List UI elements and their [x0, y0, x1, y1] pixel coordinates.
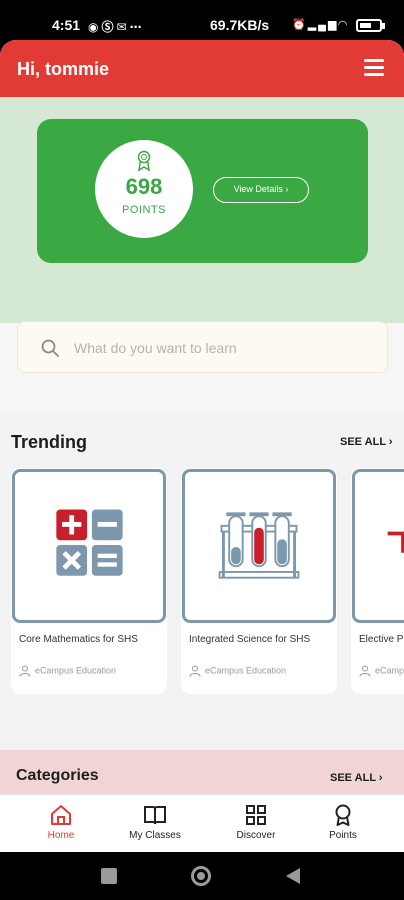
person-icon	[189, 665, 201, 677]
search-box[interactable]	[17, 321, 388, 373]
menu-button[interactable]	[362, 57, 388, 79]
course-thumbnail	[182, 469, 336, 623]
course-org: eCampus Education	[359, 665, 404, 677]
system-nav-bar	[0, 852, 404, 900]
nav-label: My Classes	[129, 830, 181, 841]
network-speed: 69.7KB/s	[210, 17, 270, 33]
nav-my-classes[interactable]: My Classes	[110, 803, 200, 841]
battery-level	[360, 23, 371, 28]
nav-label: Discover	[236, 830, 276, 841]
alarm-icon: ⏰	[292, 19, 308, 31]
test-tubes-icon	[218, 512, 300, 579]
recents-button[interactable]	[101, 868, 117, 884]
hamburger-icon	[364, 59, 384, 62]
app-header: Hi, tommie	[0, 40, 404, 97]
wifi-icon: ◠	[338, 19, 349, 31]
trending-see-all-link[interactable]: SEE ALL ›	[340, 436, 393, 448]
course-org: eCampus Education	[189, 665, 286, 677]
search-input[interactable]	[74, 336, 374, 360]
course-card[interactable]: Core Mathematics for SHS eCampus Educati…	[11, 468, 167, 694]
nav-label: Home	[47, 830, 75, 841]
person-icon	[19, 665, 31, 677]
view-details-button[interactable]: View Details ›	[213, 177, 309, 203]
status-time: 4:51	[52, 17, 81, 33]
trending-title: Trending	[11, 432, 87, 452]
points-badge: 698 POINTS	[95, 140, 193, 238]
course-org-name: eCampus Education	[205, 665, 287, 676]
whatsapp-icon: ◉	[88, 20, 102, 34]
home-button[interactable]	[191, 866, 211, 886]
course-thumbnail	[12, 469, 166, 623]
skype-icon: Ⓢ	[101, 20, 117, 34]
book-icon	[144, 806, 166, 825]
search-icon	[41, 339, 59, 357]
home-button-dot	[197, 872, 205, 880]
signal-icon: ▂▄▆	[307, 19, 339, 31]
course-card[interactable]: Integrated Science for SHS eCampus Educa…	[181, 468, 337, 694]
course-org: eCampus Education	[19, 665, 116, 677]
course-title: Elective Physics for SHS	[359, 634, 404, 645]
points-label: POINTS	[122, 204, 166, 216]
back-button[interactable]	[284, 867, 302, 885]
course-card[interactable]: Elective Physics for SHS eCampus Educati…	[351, 468, 404, 694]
nav-home[interactable]: Home	[16, 803, 106, 841]
battery-tip	[382, 23, 385, 29]
nav-discover[interactable]: Discover	[211, 803, 301, 841]
points-card: 698 POINTS View Details ›	[37, 119, 368, 263]
app-screen: Hi, tommie 698 POINTS View Details › Wha…	[0, 40, 404, 852]
bottom-nav: Home My Classes Discover Points	[0, 794, 404, 852]
categories-title: Categories	[16, 767, 99, 784]
hamburger-icon-line	[364, 66, 384, 69]
greeting-text: Hi, tommie	[17, 59, 110, 79]
hamburger-icon-line	[364, 73, 384, 76]
battery-icon	[356, 19, 382, 32]
status-bar: 4:51 ◉Ⓢ✉⋯ 69.7KB/s ⏰▂▄▆◠	[0, 0, 404, 40]
math-operators-icon	[56, 509, 123, 576]
home-icon	[51, 805, 71, 825]
course-org-name: eCampus Education	[35, 665, 117, 676]
physics-icon	[387, 531, 404, 553]
course-title: Core Mathematics for SHS	[19, 634, 138, 645]
nav-points[interactable]: Points	[298, 803, 388, 841]
grid-icon	[246, 805, 266, 825]
categories-see-all-link[interactable]: SEE ALL ›	[330, 772, 383, 784]
course-org-name: eCampus Education	[375, 665, 404, 676]
trending-section: Trending SEE ALL › Core Mathematics for …	[0, 412, 404, 752]
course-title: Integrated Science for SHS	[189, 634, 311, 645]
system-icons: ⏰▂▄▆◠	[292, 18, 349, 31]
points-value: 698	[125, 174, 163, 199]
more-icon: ⋯	[129, 20, 145, 34]
points-section: 698 POINTS View Details ›	[0, 97, 404, 323]
notification-icons: ◉Ⓢ✉⋯	[88, 18, 145, 35]
person-icon	[359, 665, 371, 677]
medal-icon	[137, 150, 151, 172]
course-thumbnail	[352, 469, 404, 623]
medal-icon	[335, 804, 351, 826]
nav-label: Points	[329, 830, 357, 841]
mail-icon: ✉	[116, 20, 130, 34]
